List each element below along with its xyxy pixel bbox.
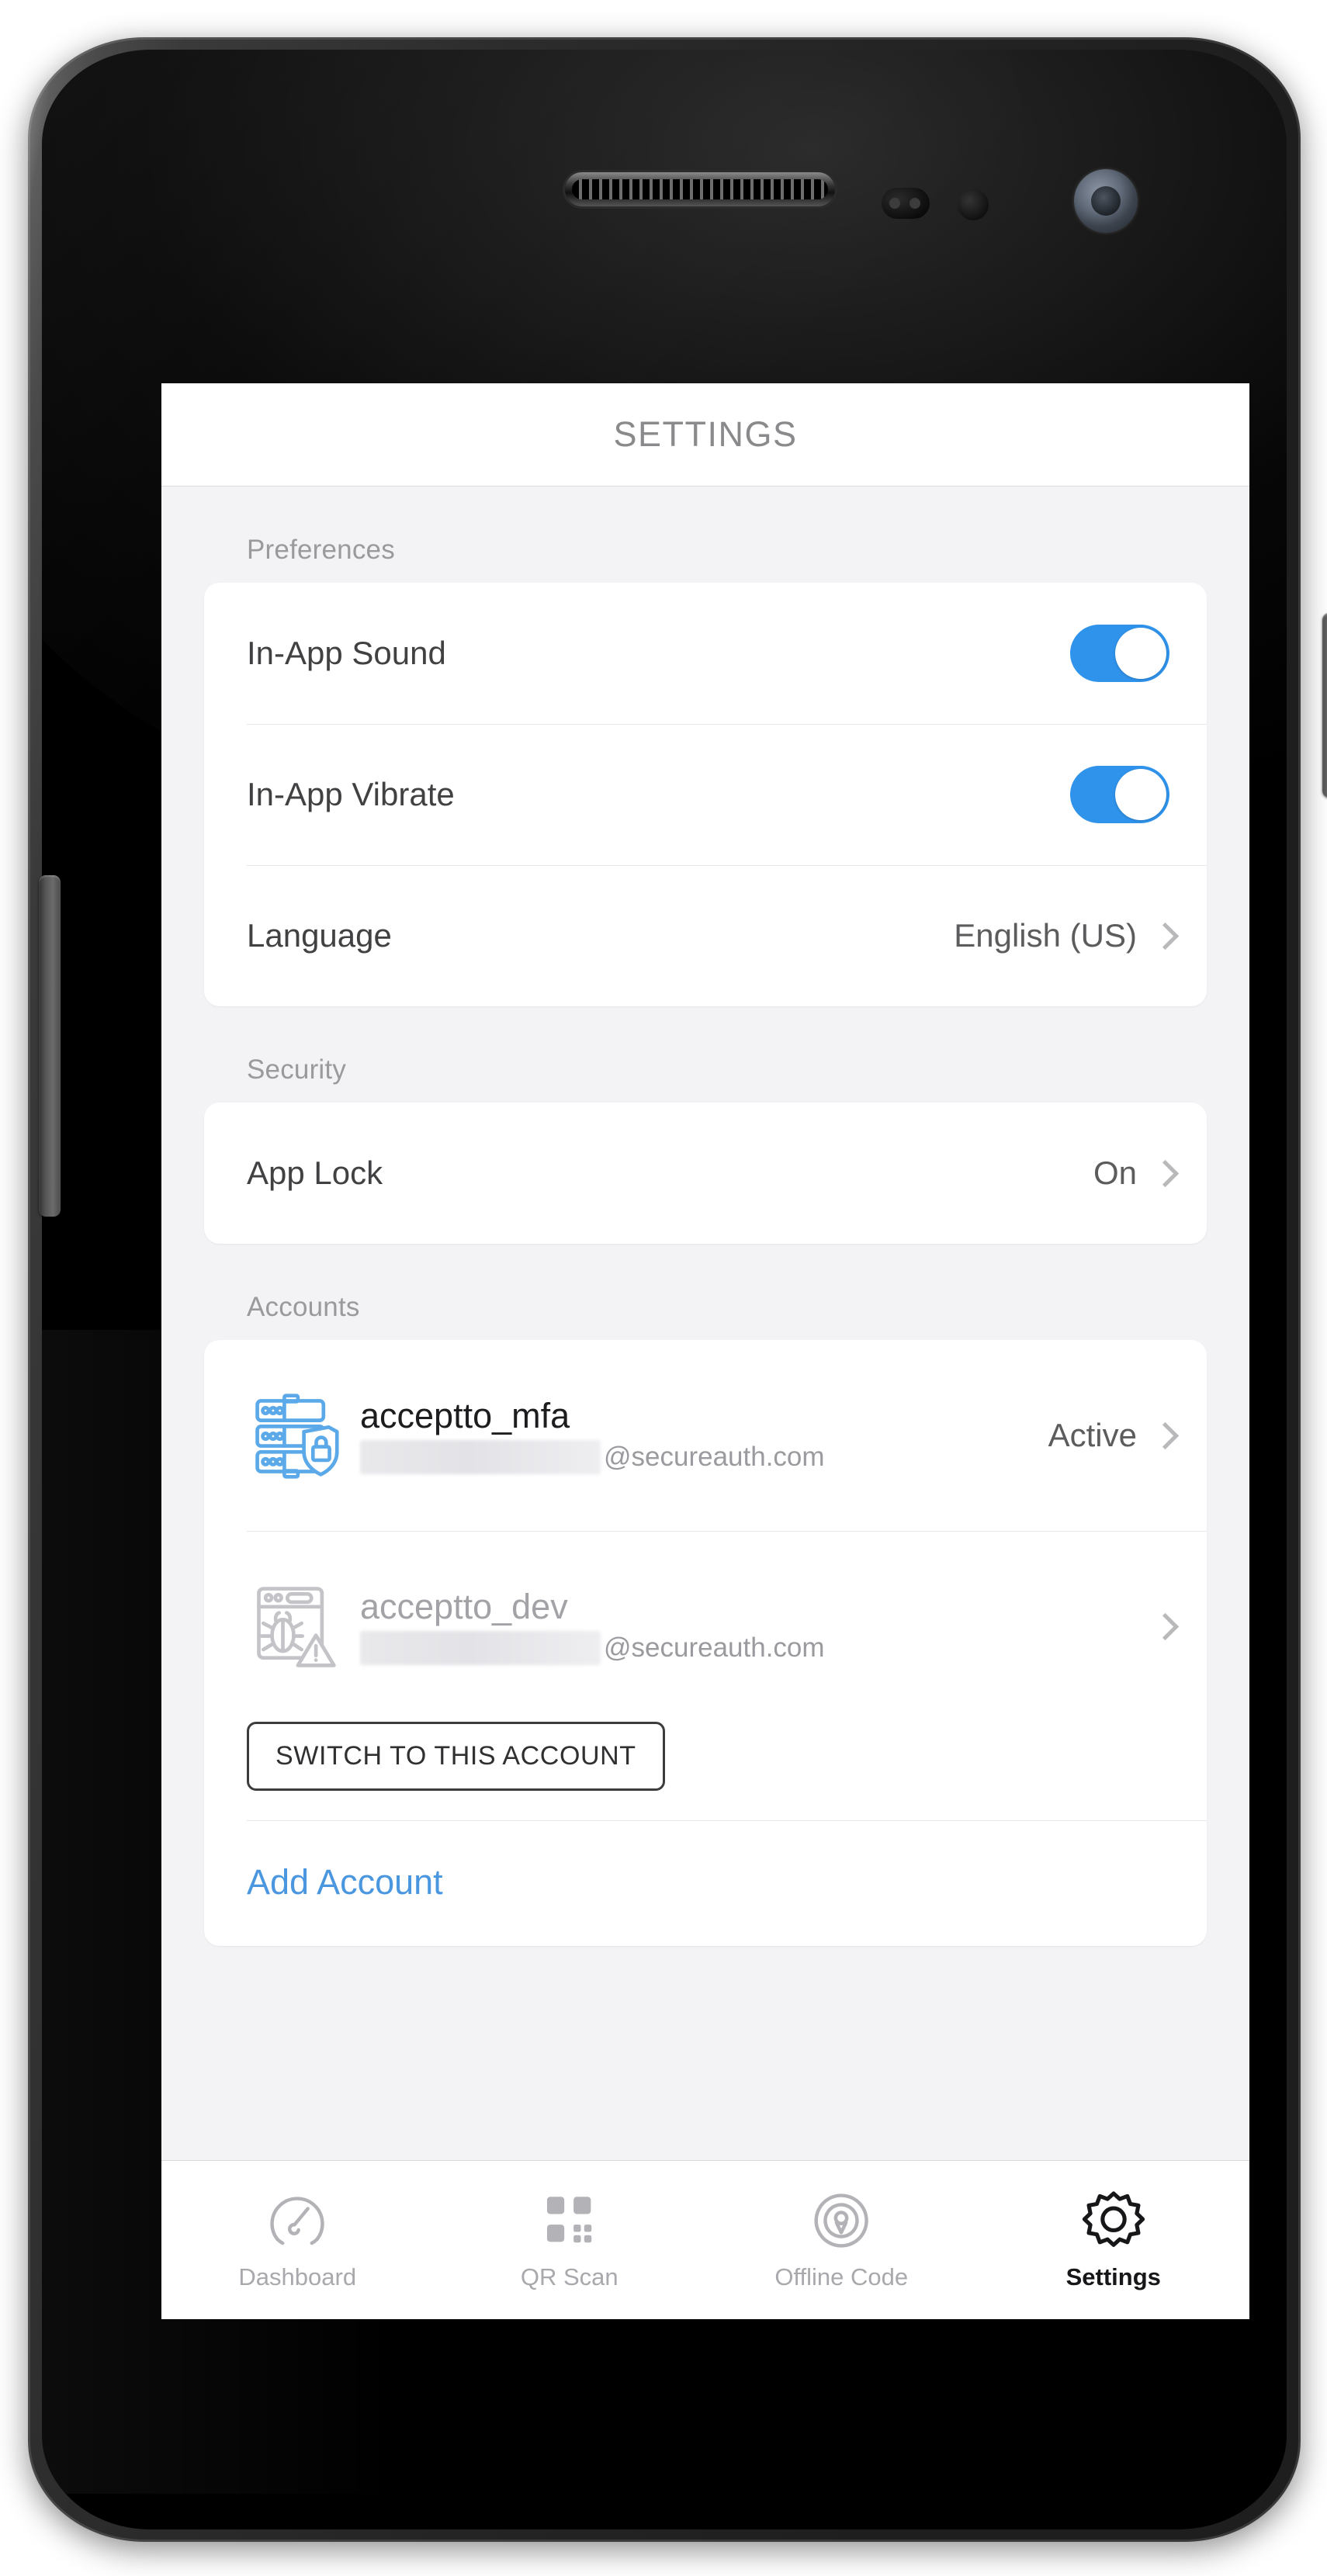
bottom-tab-bar: Dashboard QR Scan Offline Code Settings — [161, 2160, 1249, 2319]
phone-glass: SETTINGS Preferences In-App Sound In-App… — [42, 50, 1287, 2529]
tab-label-settings: Settings — [1065, 2263, 1161, 2290]
phone-screen: SETTINGS Preferences In-App Sound In-App… — [161, 383, 1249, 2319]
chevron-right-icon — [1154, 1421, 1169, 1449]
row-label-language: Language — [247, 917, 392, 954]
section-label-preferences: Preferences — [247, 535, 395, 565]
server-lock-icon — [247, 1387, 343, 1484]
volume-rocker[interactable] — [39, 875, 61, 1217]
earpiece-speaker-icon — [565, 172, 835, 206]
accounts-card: acceptto_mfa @secureauth.com Active acce… — [204, 1340, 1207, 1946]
account-row-acceptto-dev[interactable]: acceptto_dev @secureauth.com — [204, 1531, 1207, 1722]
switch-to-this-account-button[interactable]: SWITCH TO THIS ACCOUNT — [247, 1722, 665, 1791]
bug-warning-icon — [247, 1578, 343, 1674]
add-account-row[interactable]: Add Account — [204, 1820, 1207, 1946]
account-status-badge: Active — [1048, 1417, 1137, 1453]
tab-dashboard[interactable]: Dashboard — [161, 2161, 434, 2319]
page-title: SETTINGS — [613, 414, 798, 454]
ambient-light-sensor-icon — [958, 189, 989, 220]
row-language[interactable]: Language English (US) — [204, 865, 1207, 1006]
add-account-link[interactable]: Add Account — [247, 1862, 443, 1902]
toggle-knob — [1115, 628, 1166, 679]
redacted-username — [360, 1631, 601, 1666]
section-label-security: Security — [247, 1054, 347, 1085]
tab-settings[interactable]: Settings — [978, 2161, 1250, 2319]
front-camera-icon — [1074, 169, 1138, 233]
row-in-app-sound[interactable]: In-App Sound — [204, 583, 1207, 724]
row-app-lock[interactable]: App Lock On — [204, 1103, 1207, 1244]
account-domain: @secureauth.com — [604, 1442, 825, 1473]
account-email: @secureauth.com — [360, 1440, 1048, 1475]
tab-label-qr-scan: QR Scan — [520, 2263, 618, 2290]
account-row-acceptto-mfa[interactable]: acceptto_mfa @secureauth.com Active — [204, 1340, 1207, 1531]
switch-account-row: SWITCH TO THIS ACCOUNT — [204, 1722, 1207, 1820]
tab-label-dashboard: Dashboard — [238, 2263, 357, 2290]
toggle-knob — [1115, 769, 1166, 820]
row-label-app-lock: App Lock — [247, 1155, 383, 1191]
account-name: acceptto_dev — [360, 1586, 568, 1626]
account-text-acceptto-mfa: acceptto_mfa @secureauth.com — [360, 1395, 1048, 1475]
phone-device: SETTINGS Preferences In-App Sound In-App… — [28, 37, 1327, 2542]
redacted-username — [360, 1440, 601, 1475]
gear-icon — [1082, 2189, 1145, 2252]
row-value-app-lock: On — [1093, 1155, 1137, 1191]
tab-offline-code[interactable]: Offline Code — [705, 2161, 978, 2319]
preferences-card: In-App Sound In-App Vibrate Language Eng… — [204, 583, 1207, 1006]
tab-label-offline-code: Offline Code — [774, 2263, 909, 2290]
row-in-app-vibrate[interactable]: In-App Vibrate — [204, 724, 1207, 865]
power-button[interactable] — [1322, 613, 1327, 798]
qr-code-icon — [538, 2189, 601, 2252]
toggle-in-app-vibrate[interactable] — [1070, 766, 1169, 823]
account-name: acceptto_mfa — [360, 1395, 570, 1435]
row-label-in-app-sound: In-App Sound — [247, 635, 446, 671]
account-domain: @secureauth.com — [604, 1633, 825, 1664]
row-value-language: English (US) — [954, 917, 1137, 954]
app-header: SETTINGS — [161, 383, 1249, 486]
account-text-acceptto-dev: acceptto_dev @secureauth.com — [360, 1586, 1137, 1666]
section-label-accounts: Accounts — [247, 1292, 360, 1322]
account-email: @secureauth.com — [360, 1631, 1137, 1666]
proximity-sensor-icon — [882, 188, 930, 219]
toggle-in-app-sound[interactable] — [1070, 625, 1169, 682]
settings-scroll-area: Preferences In-App Sound In-App Vibrate — [161, 486, 1249, 2160]
chevron-right-icon — [1154, 1612, 1169, 1640]
tab-qr-scan[interactable]: QR Scan — [434, 2161, 706, 2319]
speedometer-icon — [265, 2189, 329, 2252]
chevron-right-icon — [1154, 922, 1169, 950]
chevron-right-icon — [1154, 1159, 1169, 1187]
radar-pin-icon — [809, 2189, 873, 2252]
row-label-in-app-vibrate: In-App Vibrate — [247, 776, 455, 812]
security-card: App Lock On — [204, 1103, 1207, 1244]
